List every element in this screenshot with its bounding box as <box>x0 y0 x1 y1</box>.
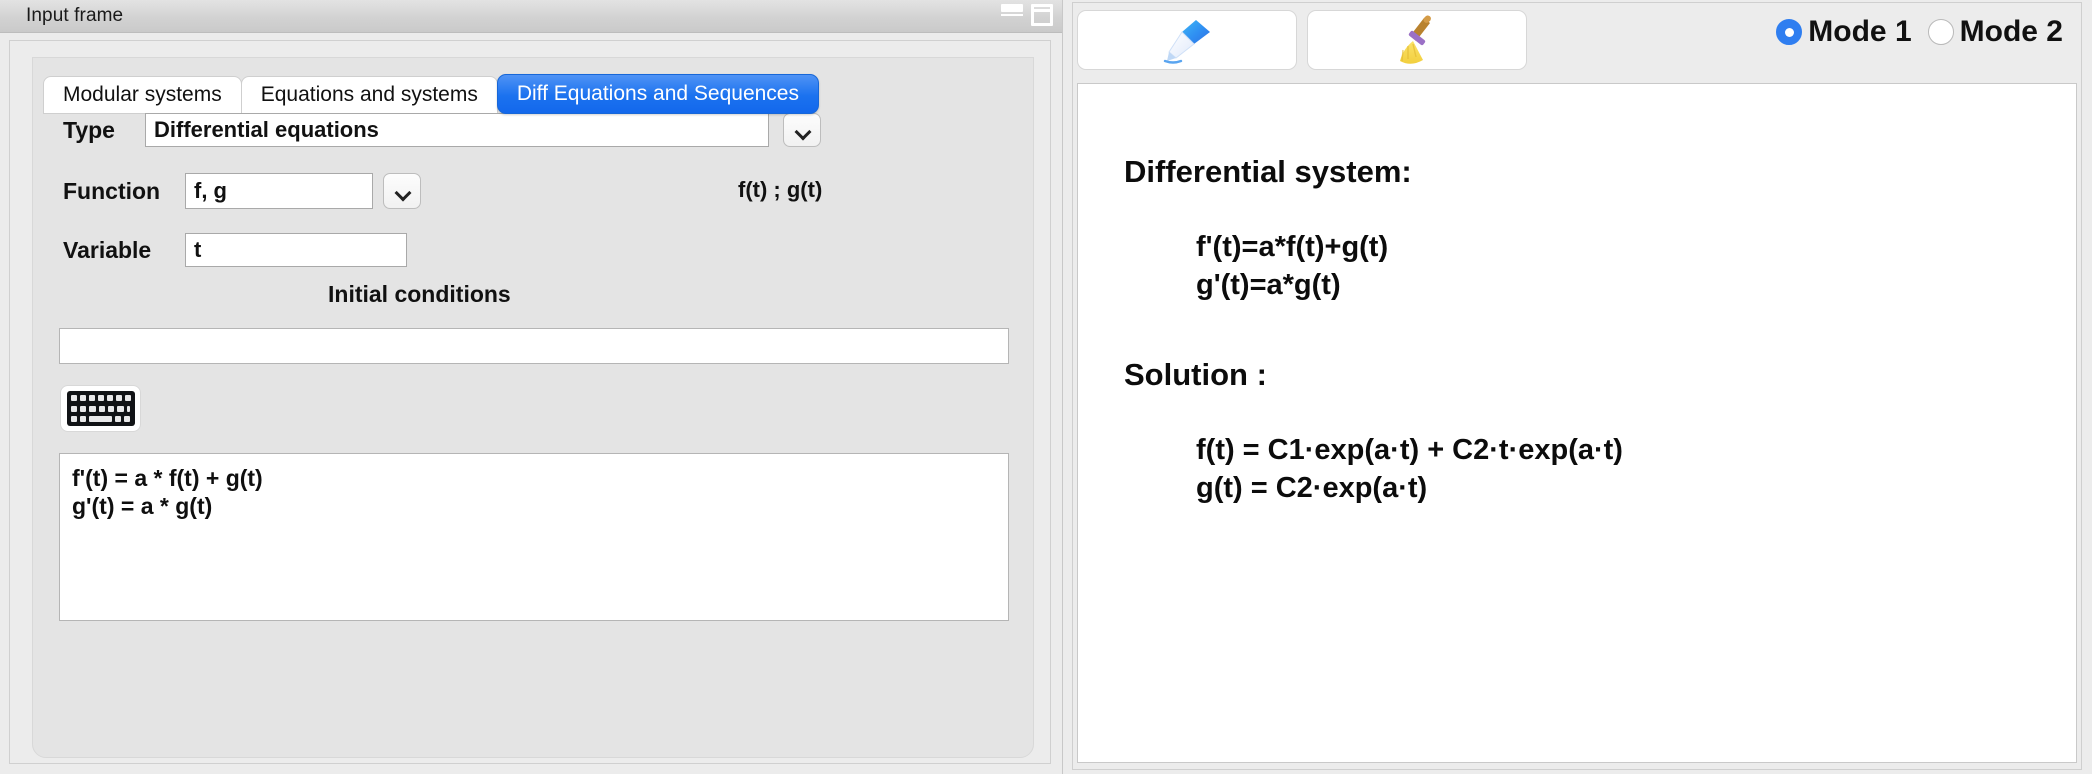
system-heading: Differential system: <box>1124 154 1412 189</box>
solve-button[interactable] <box>1077 10 1297 70</box>
type-input[interactable]: Differential equations <box>145 113 769 147</box>
type-row: Type Differential equations <box>63 113 821 147</box>
solution-equations: f(t) = C1·exp(a·t) + C2·t·exp(a·t) g(t) … <box>1196 433 1623 504</box>
input-form: Type Differential equations Function f, … <box>33 113 1033 758</box>
function-label: Function <box>63 177 161 204</box>
initial-conditions-label: Initial conditions <box>328 281 511 307</box>
system-equations: f'(t)=a*f(t)+g(t) g'(t)=a*g(t) <box>1196 231 1389 302</box>
pen-icon <box>1163 20 1210 64</box>
output-panel-inner: Mode 1 Mode 2 Differential system: f'(t)… <box>1072 2 2082 770</box>
tab-bar: Modular systems Equations and systems Di… <box>43 74 819 114</box>
variable-label: Variable <box>63 236 152 263</box>
tab-equations-and-systems[interactable]: Equations and systems <box>240 76 498 114</box>
window-controls <box>1001 4 1053 26</box>
chevron-down-icon <box>396 187 409 195</box>
radio-mode-2[interactable] <box>1927 19 1954 45</box>
minimize-icon[interactable] <box>1001 4 1023 16</box>
mode-2-label[interactable]: Mode 2 <box>1960 15 2063 49</box>
variable-input[interactable]: t <box>185 233 407 267</box>
keyboard-icon <box>66 391 135 426</box>
type-label: Type <box>63 116 115 143</box>
output-panel: Mode 1 Mode 2 Differential system: f'(t)… <box>1063 0 2092 774</box>
window-titlebar: Input frame <box>0 0 1062 33</box>
equations-input[interactable]: f'(t) = a * f(t) + g(t) g'(t) = a * g(t) <box>59 453 1009 621</box>
function-input[interactable]: f, g <box>185 173 373 209</box>
maximize-icon[interactable] <box>1031 4 1053 26</box>
virtual-keyboard-button[interactable] <box>60 385 141 432</box>
mode-1-label[interactable]: Mode 1 <box>1808 15 1911 49</box>
solution-heading: Solution : <box>1124 356 1267 392</box>
output-toolbar <box>1077 9 1527 71</box>
initial-conditions-input[interactable] <box>59 328 1009 364</box>
input-panel-outer: Modular systems Equations and systems Di… <box>9 40 1051 764</box>
tab-modular-systems[interactable]: Modular systems <box>43 76 242 114</box>
function-row: Function f, g <box>63 173 421 209</box>
clear-button[interactable] <box>1307 10 1527 70</box>
mode-radio-group: Mode 1 Mode 2 <box>1776 15 2075 49</box>
type-dropdown-button[interactable] <box>783 113 821 147</box>
tab-diff-equations-and-sequences[interactable]: Diff Equations and Sequences <box>496 74 819 114</box>
input-panel: Modular systems Equations and systems Di… <box>32 57 1034 758</box>
application-window: Input frame Modular systems Equations an… <box>0 0 2092 774</box>
chevron-down-icon <box>796 126 809 134</box>
window-title: Input frame <box>26 5 124 26</box>
input-frame-window: Input frame Modular systems Equations an… <box>0 0 1063 774</box>
variable-row: Variable t <box>63 233 407 267</box>
broom-icon <box>1400 15 1431 64</box>
function-dropdown-button[interactable] <box>383 173 421 209</box>
result-display: Differential system: f'(t)=a*f(t)+g(t) g… <box>1077 83 2077 763</box>
radio-mode-1[interactable] <box>1776 19 1803 45</box>
function-signature-hint: f(t) ; g(t) <box>738 177 823 202</box>
